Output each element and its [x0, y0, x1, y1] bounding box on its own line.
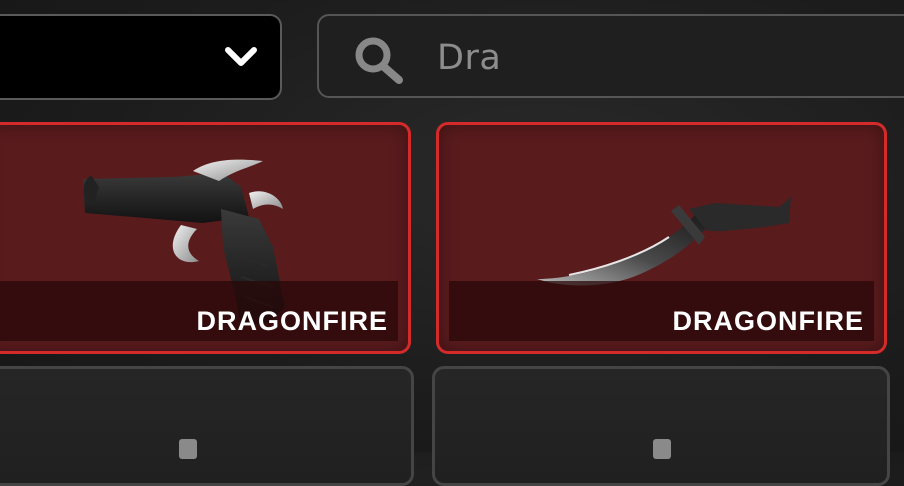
item-card-empty[interactable] — [0, 366, 414, 486]
lock-icon — [179, 439, 197, 459]
search-icon — [355, 37, 403, 84]
search-box[interactable]: Dra — [317, 14, 904, 98]
item-card-revolver[interactable]: DRAGONFIRE — [0, 122, 411, 354]
item-name: DRAGONFIRE — [672, 306, 864, 336]
item-card-empty[interactable] — [432, 366, 890, 486]
chevron-down-icon — [225, 47, 257, 66]
search-input[interactable]: Dra — [437, 38, 501, 78]
item-name: DRAGONFIRE — [196, 306, 388, 336]
lock-icon — [653, 439, 671, 459]
item-card-knife[interactable]: DRAGONFIRE — [436, 122, 887, 354]
filter-dropdown[interactable] — [0, 14, 282, 100]
